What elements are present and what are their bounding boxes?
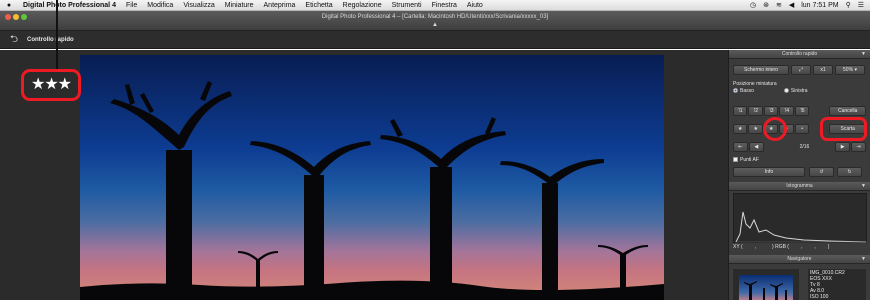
rating-2-star-button[interactable]: ★ xyxy=(748,124,763,134)
zoom-x1-button[interactable]: x1 xyxy=(813,65,833,75)
check-mark-5-button[interactable]: ˥5 xyxy=(794,106,810,116)
navigator-header-title: Navigatore xyxy=(787,256,812,262)
histogram-header: Istogramma ▼ xyxy=(729,182,870,191)
check-mark-1-button[interactable]: ˥1 xyxy=(733,106,748,116)
radio-bottom-label: Basso xyxy=(740,88,754,94)
next-image-icon[interactable]: ▶ xyxy=(835,142,851,152)
menu-regolazione[interactable]: Regolazione xyxy=(338,0,387,11)
panel-header: Controllo rapido ▼ xyxy=(729,50,870,59)
menu-strumenti[interactable]: Strumenti xyxy=(387,0,427,11)
navigator-thumbnail[interactable] xyxy=(733,269,799,300)
fit-screen-icon[interactable]: ⤢ xyxy=(791,65,811,75)
search-icon[interactable]: ⚲ xyxy=(846,0,851,11)
check-mark-2-button[interactable]: ˥2 xyxy=(748,106,763,116)
rating-1-star-button[interactable]: ★ xyxy=(733,124,748,134)
rating-3-highlight-circle xyxy=(763,117,787,141)
af-points-check[interactable] xyxy=(733,157,738,162)
navigator-collapse-icon[interactable]: ▼ xyxy=(861,255,866,264)
readout-separator: , xyxy=(754,244,757,250)
menu-etichetta[interactable]: Etichetta xyxy=(300,0,337,11)
menu-file[interactable]: File xyxy=(121,0,142,11)
check-mark-4-button[interactable]: ˥4 xyxy=(779,106,794,116)
quick-check-panel: Controllo rapido ▼ Schermo intero ⤢ x1 5… xyxy=(728,50,870,300)
rotate-left-icon[interactable]: ↺ xyxy=(809,167,834,177)
readout-separator-3: , xyxy=(814,244,816,250)
thumb-pos-radio-row: Basso Sinistra xyxy=(733,88,866,95)
panel-header-title: Controllo rapido xyxy=(781,51,818,57)
af-points-label: Punti AF xyxy=(740,157,759,163)
image-counter: 2/16 xyxy=(799,143,810,150)
preview-image xyxy=(80,55,664,300)
full-screen-button[interactable]: Schermo intero xyxy=(733,65,789,75)
histogram-collapse-icon[interactable]: ▼ xyxy=(861,182,866,191)
first-image-icon[interactable]: ⇤ xyxy=(733,142,748,152)
menu-status-area: ◷ ⊛ ≋ ◀ lun 7:51 PM ⚲ ☰ xyxy=(750,0,870,11)
histogram-graph xyxy=(735,211,867,243)
navigator-header: Navigatore ▼ xyxy=(729,255,870,264)
menu-bar: ● Digital Photo Professional 4 File Modi… xyxy=(0,0,870,11)
info-row: Info ↺ ↻ xyxy=(733,167,866,177)
readout-end: ) xyxy=(827,244,830,250)
notification-list-icon[interactable]: ☰ xyxy=(858,0,864,11)
pixel-readout: XY ( , ) RGB ( , , ) xyxy=(733,244,867,250)
readout-xy-label: XY ( xyxy=(733,244,743,250)
radio-left-dot[interactable] xyxy=(783,88,789,93)
readout-rgb-label: ) RGB ( xyxy=(772,244,789,250)
toolbar-title: Controllo rapido xyxy=(27,36,74,43)
menu-miniature[interactable]: Miniature xyxy=(220,0,259,11)
menu-clock[interactable]: lun 7:51 PM xyxy=(801,0,838,11)
chevron-up-icon[interactable]: ▲ xyxy=(431,21,439,29)
baobab-silhouettes xyxy=(80,81,664,300)
menu-anteprima[interactable]: Anteprima xyxy=(259,0,301,11)
check-mark-row: ˥1 ˥2 ˥3 ˥4 ˥5 Cancella xyxy=(733,106,866,116)
navigator-image xyxy=(739,275,793,300)
info-button[interactable]: Info xyxy=(733,167,805,177)
menu-app-name[interactable]: Digital Photo Professional 4 xyxy=(18,0,121,11)
toolbar: ⮌ Controllo rapido xyxy=(0,31,870,49)
collapse-icon[interactable]: ▼ xyxy=(861,50,866,59)
radio-bottom[interactable]: Basso xyxy=(733,88,754,95)
rating-overlay-highlight: ★★★ xyxy=(21,69,81,101)
menu-aiuto[interactable]: Aiuto xyxy=(462,0,488,11)
af-points-checkbox[interactable]: Punti AF xyxy=(733,157,759,164)
readout-separator-2: , xyxy=(800,244,803,250)
menu-modifica[interactable]: Modifica xyxy=(142,0,178,11)
file-info-iso: ISO 100 xyxy=(810,294,829,300)
clear-button[interactable]: Cancella xyxy=(829,106,866,116)
file-info: IMG_0010.CR2 EOS XXX Tv 8 Av 8.0 ISO 100 xyxy=(808,269,866,300)
callout-line xyxy=(56,0,58,70)
histogram xyxy=(733,193,867,243)
time-machine-icon[interactable]: ◷ xyxy=(750,0,756,11)
radio-left[interactable]: Sinistra xyxy=(783,88,808,95)
bluetooth-icon[interactable]: ⊛ xyxy=(763,0,769,11)
window-title-bar: Digital Photo Professional 4 – [Cartella… xyxy=(0,11,870,31)
af-points-row: Punti AF xyxy=(733,157,866,164)
chevron-down-icon: ▾ xyxy=(854,67,857,73)
thumb-pos-label-row: Posizione miniatura xyxy=(733,81,866,88)
zoom-select-value: 50% xyxy=(843,67,854,73)
volume-icon[interactable]: ◀ xyxy=(789,0,794,11)
radio-left-label: Sinistra xyxy=(790,88,808,94)
zoom-select[interactable]: 50% ▾ xyxy=(835,65,865,75)
check-mark-3-button[interactable]: ˥3 xyxy=(763,106,779,116)
display-row: Schermo intero ⤢ x1 50% ▾ xyxy=(733,65,866,75)
image-viewer xyxy=(0,50,728,300)
rotate-right-icon[interactable]: ↻ xyxy=(837,167,862,177)
menu-finestra[interactable]: Finestra xyxy=(427,0,462,11)
last-image-icon[interactable]: ⇥ xyxy=(851,142,866,152)
radio-bottom-dot[interactable] xyxy=(733,88,738,93)
navigation-row: ⇤ ◀ 2/16 ▶ ⇥ xyxy=(733,142,866,152)
menu-visualizza[interactable]: Visualizza xyxy=(178,0,219,11)
thumbnail-position-label: Posizione miniatura xyxy=(733,81,777,87)
wifi-icon[interactable]: ≋ xyxy=(776,0,782,11)
histogram-header-title: Istogramma xyxy=(786,183,813,189)
previous-image-icon[interactable]: ◀ xyxy=(748,142,764,152)
rating-5-star-button[interactable]: • xyxy=(794,124,810,134)
apple-icon[interactable]: ● xyxy=(0,2,18,9)
reject-highlight-box xyxy=(820,117,867,141)
back-icon[interactable]: ⮌ xyxy=(7,31,21,49)
rating-stars: ★★★ xyxy=(30,76,72,93)
